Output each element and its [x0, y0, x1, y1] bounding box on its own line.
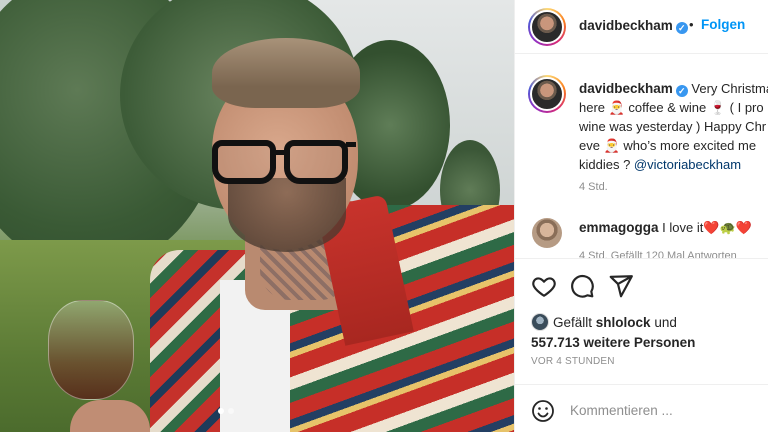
caption-line: kiddies ? — [579, 157, 634, 172]
likes-connector: und — [654, 315, 677, 330]
separator-dot: • — [689, 17, 694, 32]
caption-line: eve 🎅 who’s more excited me — [579, 138, 757, 153]
likes-count[interactable]: 557.713 weitere Personen — [531, 335, 695, 350]
caption-line: Very Christmas — [691, 81, 768, 96]
photo-hair — [212, 38, 360, 108]
caption-line: wine was yesterday ) Happy Chr — [579, 119, 767, 134]
photo-glasses-bridge — [274, 150, 286, 155]
header-username[interactable]: davidbeckham ✓ — [579, 18, 688, 34]
caption-username[interactable]: davidbeckham ✓ — [579, 81, 688, 97]
photo-glasses-temple — [346, 142, 356, 147]
comment-input[interactable] — [570, 399, 760, 421]
carousel-dot-active — [218, 408, 224, 414]
add-comment-bar — [515, 384, 768, 432]
comment-body: I love it❤️🐢❤️ — [662, 220, 752, 235]
comment-bubble-icon[interactable] — [569, 273, 595, 299]
verified-badge-icon: ✓ — [675, 85, 688, 97]
likes-user[interactable]: shlolock — [596, 315, 651, 330]
follow-button[interactable]: Folgen — [701, 17, 745, 32]
avatar — [531, 313, 549, 331]
avatar[interactable] — [528, 75, 566, 113]
avatar[interactable] — [532, 218, 562, 248]
mention-link[interactable]: @victoriabeckham — [634, 157, 741, 172]
comment-text: emmagogga I love it❤️🐢❤️ — [579, 220, 752, 236]
action-bar — [515, 258, 768, 318]
post-photo[interactable] — [0, 0, 514, 432]
caption-line: here 🎅 coffee & wine 🍷 ( I pro — [579, 100, 764, 115]
post-age[interactable]: VOR 4 STUNDEN — [531, 356, 615, 367]
verified-badge-icon: ✓ — [675, 22, 688, 34]
post-header: davidbeckham ✓ • Folgen — [515, 0, 768, 54]
carousel-dots — [218, 408, 234, 414]
paper-plane-icon[interactable] — [608, 273, 634, 299]
photo-wine-glass — [48, 300, 134, 400]
comment-item: emmagogga I love it❤️🐢❤️ 4 Std. Gefällt … — [515, 215, 768, 259]
post-side-panel: davidbeckham ✓ • Folgen davidbeckham ✓ Ver… — [514, 0, 768, 432]
smiley-icon[interactable] — [531, 399, 555, 423]
photo-glasses — [284, 140, 348, 184]
heart-icon[interactable] — [531, 273, 557, 299]
caption-timestamp[interactable]: 4 Std. — [579, 181, 608, 193]
likes-prefix: Gefällt — [553, 315, 593, 330]
likes-summary[interactable]: Gefällt shlolock und 557.713 weitere Per… — [531, 313, 695, 353]
photo-beard — [228, 178, 346, 252]
avatar[interactable] — [528, 8, 566, 46]
photo-glasses — [212, 140, 276, 184]
comment-username[interactable]: emmagogga — [579, 220, 659, 235]
caption-text: davidbeckham✓ Very Christmas here 🎅 coff… — [579, 79, 768, 174]
carousel-dot — [228, 408, 234, 414]
